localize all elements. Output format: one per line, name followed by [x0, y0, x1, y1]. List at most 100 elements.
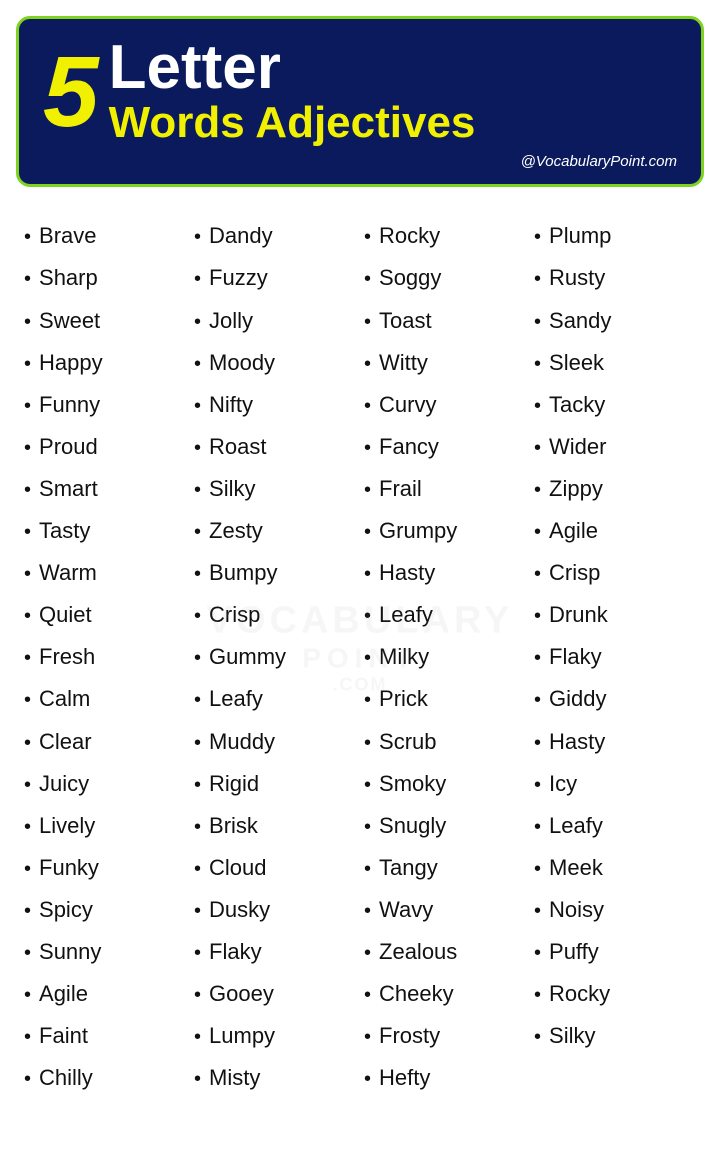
list-item: •Cheeky: [364, 973, 526, 1015]
word-label: Rocky: [549, 977, 610, 1011]
word-label: Juicy: [39, 767, 89, 801]
word-label: Plump: [549, 219, 611, 253]
list-item: •Hasty: [534, 721, 696, 763]
word-label: Chilly: [39, 1061, 93, 1095]
bullet-icon: •: [534, 475, 541, 506]
word-label: Leafy: [379, 598, 433, 632]
list-item: •Wider: [534, 426, 696, 468]
header-number: 5: [43, 42, 99, 142]
list-item: •Spicy: [24, 889, 186, 931]
word-label: Hasty: [379, 556, 435, 590]
list-item: • Hasty: [364, 552, 526, 594]
list-item: •Brave: [24, 215, 186, 257]
word-label: Scrub: [379, 725, 436, 759]
word-label: Zesty: [209, 514, 263, 548]
bullet-icon: •: [194, 812, 201, 843]
bullet-icon: •: [364, 517, 371, 548]
list-item: •Smoky: [364, 763, 526, 805]
list-item: •Tangy: [364, 847, 526, 889]
word-label: Soggy: [379, 261, 441, 295]
list-item: •Sandy: [534, 300, 696, 342]
bullet-icon: •: [364, 938, 371, 969]
bullet-icon: •: [534, 728, 541, 759]
list-item: •Brisk: [194, 805, 356, 847]
word-label: Leafy: [209, 682, 263, 716]
list-item: •Zippy: [534, 468, 696, 510]
list-item: •Drunk: [534, 594, 696, 636]
list-item: •Agile: [534, 510, 696, 552]
bullet-icon: •: [364, 896, 371, 927]
bullet-icon: •: [194, 643, 201, 674]
bullet-icon: •: [364, 307, 371, 338]
list-item: •Noisy: [534, 889, 696, 931]
list-item: •Agile: [24, 973, 186, 1015]
word-label: Dusky: [209, 893, 270, 927]
list-item: •Misty: [194, 1057, 356, 1099]
bullet-icon: •: [534, 643, 541, 674]
bullet-icon: •: [364, 1022, 371, 1053]
bullet-icon: •: [24, 685, 31, 716]
list-item: •Sunny: [24, 931, 186, 973]
header-words-adj-label: Words Adjectives: [109, 99, 476, 147]
list-item: •Quiet: [24, 594, 186, 636]
bullet-icon: •: [24, 1064, 31, 1095]
list-item: •Rigid: [194, 763, 356, 805]
bullet-icon: •: [364, 643, 371, 674]
bullet-icon: •: [194, 685, 201, 716]
header-site: @VocabularyPoint.com: [43, 153, 677, 170]
word-label: Leafy: [549, 809, 603, 843]
list-item: •Sweet: [24, 300, 186, 342]
bullet-icon: •: [364, 980, 371, 1011]
word-label: Bumpy: [209, 556, 277, 590]
bullet-icon: •: [534, 601, 541, 632]
list-item: •Scrub: [364, 721, 526, 763]
word-label: Jolly: [209, 304, 253, 338]
list-item: •Dandy: [194, 215, 356, 257]
bullet-icon: •: [24, 475, 31, 506]
bullet-icon: •: [534, 685, 541, 716]
bullet-icon: •: [364, 559, 371, 590]
list-item: •Fancy: [364, 426, 526, 468]
word-label: Witty: [379, 346, 428, 380]
word-list-grid: •Brave•Sharp•Sweet•Happy•Funny•Proud•Sma…: [16, 215, 704, 1099]
bullet-icon: •: [24, 1022, 31, 1053]
bullet-icon: •: [364, 349, 371, 380]
word-label: Muddy: [209, 725, 275, 759]
bullet-icon: •: [24, 854, 31, 885]
list-item: •Happy: [24, 342, 186, 384]
bullet-icon: •: [534, 222, 541, 253]
bullet-icon: •: [194, 980, 201, 1011]
bullet-icon: •: [194, 264, 201, 295]
list-item: •Frail: [364, 468, 526, 510]
word-label: Roast: [209, 430, 266, 464]
bullet-icon: •: [534, 264, 541, 295]
list-item: •Tacky: [534, 384, 696, 426]
list-item: •Frosty: [364, 1015, 526, 1057]
word-label: Silky: [549, 1019, 595, 1053]
list-item: •Curvy: [364, 384, 526, 426]
bullet-icon: •: [24, 980, 31, 1011]
word-label: Gummy: [209, 640, 286, 674]
list-item: •Snugly: [364, 805, 526, 847]
word-label: Crisp: [209, 598, 260, 632]
bullet-icon: •: [194, 938, 201, 969]
list-item: •Warm: [24, 552, 186, 594]
list-item: •Silky: [534, 1015, 696, 1057]
list-item: •Prick: [364, 678, 526, 720]
word-label: Brave: [39, 219, 96, 253]
list-item: • Leafy: [194, 678, 356, 720]
list-item: •Jolly: [194, 300, 356, 342]
list-item: •Lumpy: [194, 1015, 356, 1057]
column-2: •Dandy•Fuzzy•Jolly•Moody•Nifty•Roast•Sil…: [194, 215, 356, 1099]
word-label: Lumpy: [209, 1019, 275, 1053]
word-label: Lively: [39, 809, 95, 843]
bullet-icon: •: [364, 264, 371, 295]
list-item: • Leafy: [534, 805, 696, 847]
word-label: Smoky: [379, 767, 446, 801]
bullet-icon: •: [534, 307, 541, 338]
list-item: •Fresh: [24, 636, 186, 678]
bullet-icon: •: [534, 812, 541, 843]
word-label: Giddy: [549, 682, 606, 716]
list-item: •Hefty: [364, 1057, 526, 1099]
word-label: Puffy: [549, 935, 599, 969]
